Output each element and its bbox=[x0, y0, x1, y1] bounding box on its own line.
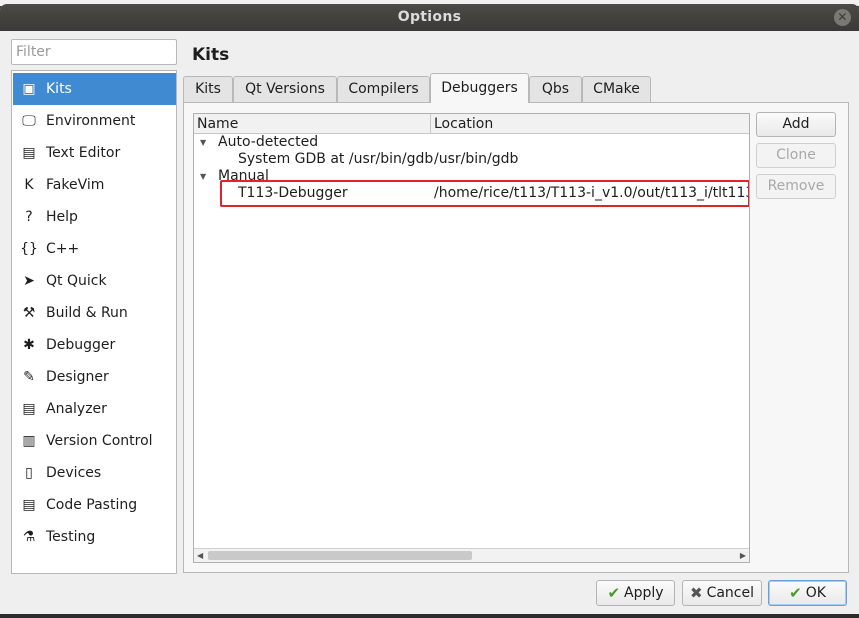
sidebar-item-qt-quick[interactable]: ➤ Qt Quick bbox=[13, 265, 176, 297]
sidebar-item-label: Debugger bbox=[46, 337, 116, 353]
sidebar-item-label: Devices bbox=[46, 465, 102, 481]
sidebar-item-label: Analyzer bbox=[46, 401, 107, 417]
sidebar-item-label: Build & Run bbox=[46, 305, 128, 321]
column-header-location[interactable]: Location bbox=[430, 114, 749, 134]
tab-cmake[interactable]: CMake bbox=[582, 76, 651, 102]
cancel-button[interactable]: ✖ Cancel bbox=[682, 580, 762, 606]
category-list: ▣ Kits 🖵 Environment ▤ Text Editor K Fak… bbox=[11, 70, 177, 574]
check-icon: ✔ bbox=[607, 584, 621, 602]
sidebar-item-label: Version Control bbox=[46, 433, 153, 449]
window-title: Options bbox=[397, 9, 462, 25]
sidebar-item-build-run[interactable]: ⚒ Build & Run bbox=[13, 297, 176, 329]
add-button[interactable]: Add bbox=[756, 112, 836, 137]
sidebar-item-cpp[interactable]: {} C++ bbox=[13, 233, 176, 265]
sidebar-item-text-editor[interactable]: ▤ Text Editor bbox=[13, 137, 176, 169]
title-bar: Options ✕ bbox=[0, 4, 859, 31]
code-pasting-icon: ▤ bbox=[22, 497, 36, 513]
fakevim-icon: K bbox=[24, 177, 34, 193]
sidebar-item-code-pasting[interactable]: ▤ Code Pasting bbox=[13, 489, 176, 521]
sidebar-item-label: Help bbox=[46, 209, 78, 225]
sidebar-item-fakevim[interactable]: K FakeVim bbox=[13, 169, 176, 201]
debugger-name: System GDB at /usr/bin/gdb bbox=[238, 151, 434, 167]
sidebar-item-kits[interactable]: ▣ Kits bbox=[13, 73, 176, 105]
sidebar-item-version-control[interactable]: ▥ Version Control bbox=[13, 425, 176, 457]
tab-debuggers[interactable]: Debuggers bbox=[430, 73, 529, 103]
sidebar-item-designer[interactable]: ✎ Designer bbox=[13, 361, 176, 393]
expand-arrow-icon[interactable]: ▼ bbox=[200, 134, 206, 151]
text-editor-icon: ▤ bbox=[22, 145, 36, 161]
tab-qbs[interactable]: Qbs bbox=[529, 76, 582, 102]
clone-button[interactable]: Clone bbox=[756, 143, 836, 168]
tab-kits[interactable]: Kits bbox=[183, 76, 233, 102]
background-window-bottom bbox=[0, 614, 859, 618]
check-icon: ✔ bbox=[789, 584, 802, 602]
debugger-location: /usr/bin/gdb bbox=[434, 151, 519, 167]
debuggers-tree: Name Location ▼ Auto-detected System GDB… bbox=[193, 113, 750, 563]
close-button[interactable]: ✕ bbox=[834, 9, 851, 26]
scroll-left-icon[interactable]: ◀ bbox=[197, 549, 203, 562]
sidebar-item-debugger[interactable]: ✱ Debugger bbox=[13, 329, 176, 361]
sidebar-item-label: Code Pasting bbox=[46, 497, 138, 513]
table-row[interactable]: System GDB at /usr/bin/gdb /usr/bin/gdb bbox=[194, 151, 749, 168]
horizontal-scrollbar[interactable]: ◀ ▶ bbox=[194, 548, 749, 562]
ok-button[interactable]: ✔ OK bbox=[768, 580, 847, 606]
kits-icon: ▣ bbox=[22, 81, 36, 97]
column-header-name[interactable]: Name bbox=[194, 114, 430, 134]
sidebar-item-label: Qt Quick bbox=[46, 273, 107, 289]
scrollbar-thumb[interactable] bbox=[208, 551, 472, 560]
sidebar-item-label: FakeVim bbox=[46, 177, 105, 193]
cancel-label: Cancel bbox=[706, 585, 754, 601]
sidebar-item-help[interactable]: ? Help bbox=[13, 201, 176, 233]
tree-group-auto-detected[interactable]: ▼ Auto-detected bbox=[194, 134, 749, 151]
remove-button[interactable]: Remove bbox=[756, 174, 836, 199]
hammer-icon: ⚒ bbox=[22, 305, 36, 321]
sidebar-item-label: Text Editor bbox=[46, 145, 121, 161]
tree-header: Name Location bbox=[194, 114, 749, 134]
filter-input[interactable] bbox=[11, 39, 177, 65]
ok-label: OK bbox=[805, 585, 826, 601]
tab-compilers[interactable]: Compilers bbox=[337, 76, 430, 102]
sidebar-item-label: Kits bbox=[46, 81, 72, 97]
sidebar-item-environment[interactable]: 🖵 Environment bbox=[13, 105, 176, 137]
devices-icon: ▯ bbox=[25, 465, 33, 481]
version-control-icon: ▥ bbox=[22, 433, 36, 449]
group-label: Auto-detected bbox=[218, 134, 319, 150]
bug-icon: ✱ bbox=[23, 337, 35, 353]
sidebar-item-devices[interactable]: ▯ Devices bbox=[13, 457, 176, 489]
expand-arrow-icon[interactable]: ▼ bbox=[200, 168, 206, 185]
sidebar-item-label: Testing bbox=[46, 529, 96, 545]
testing-icon: ⚗ bbox=[22, 529, 36, 545]
monitor-icon: 🖵 bbox=[22, 113, 36, 129]
sidebar-item-label: Environment bbox=[46, 113, 136, 129]
sidebar-item-label: C++ bbox=[46, 241, 80, 257]
scroll-right-icon[interactable]: ▶ bbox=[740, 549, 746, 562]
cpp-icon: {} bbox=[20, 241, 38, 257]
tab-qt-versions[interactable]: Qt Versions bbox=[233, 76, 337, 102]
sidebar-item-label: Designer bbox=[46, 369, 109, 385]
pen-icon: ✎ bbox=[23, 369, 35, 385]
cancel-icon: ✖ bbox=[689, 584, 703, 602]
highlight-annotation-box bbox=[220, 180, 749, 207]
help-icon: ? bbox=[25, 209, 33, 225]
sidebar-item-analyzer[interactable]: ▤ Analyzer bbox=[13, 393, 176, 425]
analyzer-icon: ▤ bbox=[22, 401, 36, 417]
close-icon: ✕ bbox=[837, 10, 848, 24]
page-title: Kits bbox=[192, 45, 230, 65]
apply-button[interactable]: ✔ Apply bbox=[596, 580, 675, 606]
qt-quick-icon: ➤ bbox=[23, 273, 35, 289]
sidebar-item-testing[interactable]: ⚗ Testing bbox=[13, 521, 176, 553]
apply-label: Apply bbox=[624, 585, 664, 601]
